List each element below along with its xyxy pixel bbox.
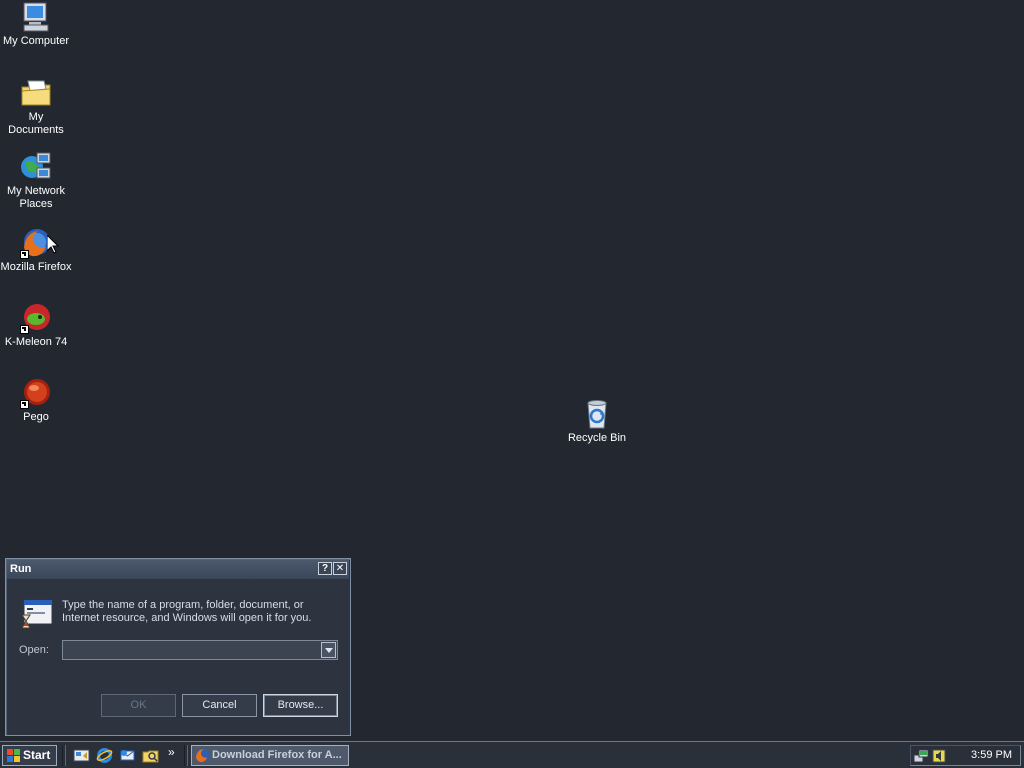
browse-button[interactable]: Browse...	[263, 694, 338, 717]
run-dialog-titlebar[interactable]: Run	[7, 560, 349, 579]
open-combobox[interactable]	[62, 640, 338, 660]
taskbar-button-firefox[interactable]: Download Firefox for A...	[191, 745, 349, 766]
taskbar-clock[interactable]: 3:59 PM	[971, 746, 1012, 765]
system-tray: 3:59 PM	[910, 745, 1021, 766]
desktop-icon-label: Recycle Bin	[567, 432, 627, 444]
desktop-icon-mozilla-firefox[interactable]: Mozilla Firefox	[0, 227, 73, 274]
start-button[interactable]: Start	[2, 745, 57, 766]
desktop-icon-label: My Network Places	[6, 185, 66, 210]
close-button[interactable]: ✕	[333, 562, 347, 575]
show-desktop-icon[interactable]	[73, 747, 90, 764]
taskbar-separator	[184, 745, 188, 766]
mouse-cursor-icon	[47, 235, 59, 254]
quick-launch-chevron[interactable]: »	[168, 745, 175, 759]
desktop-icon-k-meleon[interactable]: K-Meleon 74	[0, 302, 73, 349]
kmeleon-icon	[20, 302, 52, 334]
cancel-button[interactable]: Cancel	[182, 694, 257, 717]
windows-logo-icon	[7, 749, 20, 762]
taskbar-button-label: Download Firefox for A...	[212, 749, 342, 761]
network-places-icon	[20, 151, 52, 183]
volume-tray-icon[interactable]	[931, 748, 947, 764]
run-description: Type the name of a program, folder, docu…	[62, 599, 312, 624]
run-program-icon	[20, 597, 54, 631]
windows-explorer-icon[interactable]	[142, 747, 159, 764]
desktop-icon-label: My Computer	[2, 35, 70, 47]
network-tray-icon[interactable]	[913, 748, 929, 764]
desktop-icon-pego[interactable]: Pego	[0, 377, 73, 424]
desktop-icon-label: K-Meleon 74	[4, 336, 68, 348]
desktop-icon-label: My Documents	[8, 111, 64, 136]
computer-icon	[20, 1, 52, 33]
open-input[interactable]	[63, 641, 315, 659]
desktop-icon-my-network-places[interactable]: My Network Places	[0, 151, 73, 211]
ok-button[interactable]: OK	[101, 694, 176, 717]
outlook-express-icon[interactable]	[119, 747, 136, 764]
documents-folder-icon	[20, 77, 52, 109]
run-dialog[interactable]: Run ? ✕ Type the name of a program, fold…	[5, 558, 351, 736]
desktop-icon-label: Mozilla Firefox	[0, 261, 72, 273]
desktop-icon-label: Pego	[23, 411, 49, 423]
recycle-bin-icon	[581, 398, 613, 430]
firefox-icon	[195, 748, 210, 763]
pego-icon	[20, 377, 52, 409]
taskbar: Start » Download Firefox for A... 3:59 P…	[0, 741, 1024, 768]
internet-explorer-icon[interactable]	[96, 747, 113, 764]
desktop-icon-my-computer[interactable]: My Computer	[0, 1, 73, 48]
desktop-icon-my-documents[interactable]: My Documents	[0, 77, 73, 137]
start-label: Start	[23, 748, 51, 762]
taskbar-separator	[62, 745, 66, 766]
open-label: Open:	[19, 644, 49, 656]
run-dialog-title: Run	[10, 563, 32, 575]
chevron-down-icon[interactable]	[321, 642, 336, 658]
desktop-icon-recycle-bin[interactable]: Recycle Bin	[560, 398, 634, 445]
help-button[interactable]: ?	[318, 562, 332, 575]
